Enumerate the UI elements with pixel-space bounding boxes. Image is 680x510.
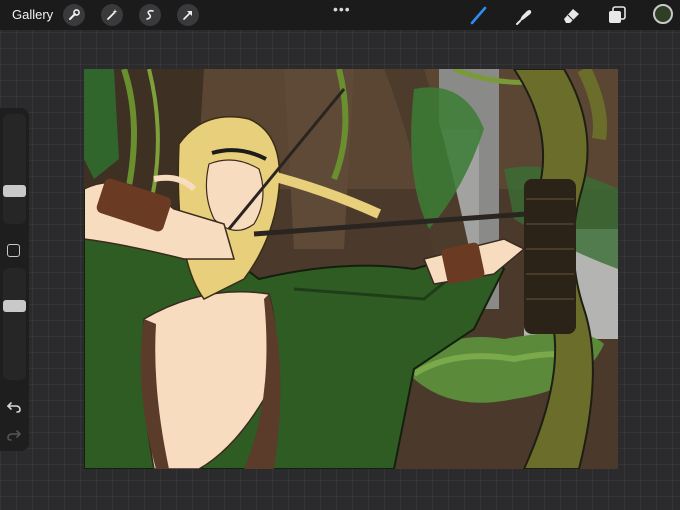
transform-button[interactable] <box>177 4 199 26</box>
brush-tool-button[interactable] <box>467 4 491 26</box>
smudge-tool-button[interactable] <box>512 4 536 26</box>
actions-button[interactable] <box>63 4 85 26</box>
brush-icon <box>470 6 487 25</box>
wrench-icon <box>69 9 80 20</box>
layers-icon <box>609 6 626 23</box>
eraser-icon <box>564 9 579 23</box>
undo-icon[interactable] <box>6 400 22 414</box>
opacity-thumb[interactable] <box>3 300 26 312</box>
gallery-button[interactable]: Gallery <box>12 7 53 22</box>
brush-size-slider[interactable] <box>3 114 26 224</box>
color-picker-button[interactable] <box>653 4 673 24</box>
eraser-tool-button[interactable] <box>559 4 583 26</box>
top-toolbar: Gallery ••• <box>0 0 680 30</box>
adjustments-button[interactable] <box>101 4 123 26</box>
left-sidebar <box>0 108 29 451</box>
more-button[interactable]: ••• <box>333 1 351 17</box>
arrow-icon <box>183 11 192 20</box>
brush-size-thumb[interactable] <box>3 185 26 198</box>
opacity-slider[interactable] <box>3 268 26 380</box>
selection-icon <box>146 9 154 20</box>
selection-button[interactable] <box>139 4 161 26</box>
modify-button[interactable] <box>7 244 20 257</box>
layers-button[interactable] <box>605 4 629 26</box>
smudge-icon <box>516 10 532 25</box>
drawing-canvas[interactable] <box>84 69 618 469</box>
redo-icon[interactable] <box>6 428 22 442</box>
artwork-illustration <box>84 69 618 469</box>
magic-wand-icon <box>107 9 118 20</box>
